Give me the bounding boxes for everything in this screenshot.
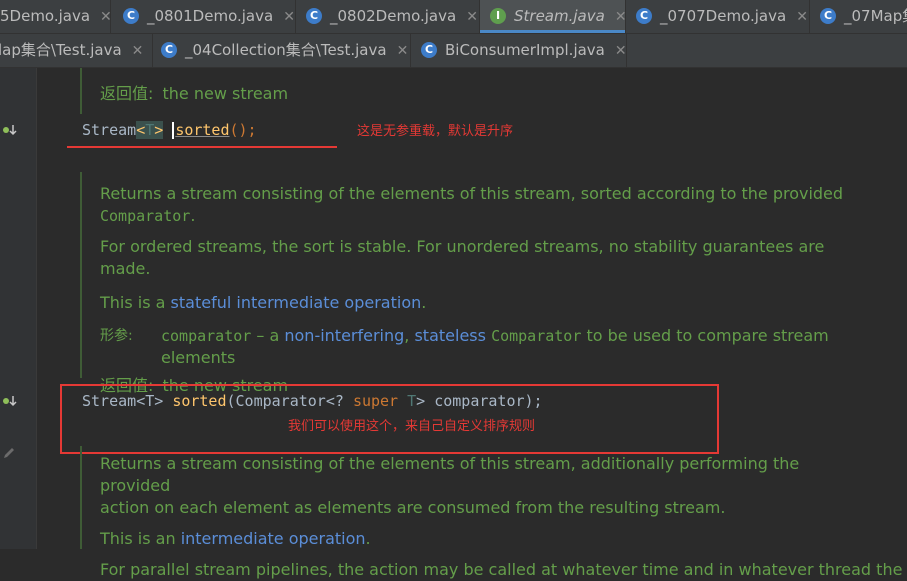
tab-label: Stream.java	[514, 7, 605, 25]
doc-link-stateful[interactable]: stateful intermediate operation	[171, 293, 422, 312]
class-icon: C	[421, 41, 437, 58]
class-icon: C	[306, 7, 322, 24]
tab-label: _07Map集	[844, 7, 907, 25]
doc-text: This is an	[100, 529, 181, 548]
generic-open: <	[136, 121, 146, 139]
method-params: ();	[229, 121, 257, 139]
close-icon[interactable]: ✕	[466, 1, 478, 33]
tab-label: lap集合\Test.java	[0, 41, 122, 59]
tab-07map[interactable]: C _07Map集	[810, 0, 907, 33]
class-icon: C	[161, 41, 177, 58]
tab-label: _0802Demo.java	[330, 7, 457, 25]
javadoc-block-1: 返回值: the new stream	[80, 68, 860, 114]
close-icon[interactable]: ✕	[397, 35, 409, 67]
class-icon: C	[820, 7, 836, 24]
doc-text: .	[365, 529, 371, 548]
implemented-arrow-icon[interactable]	[2, 123, 18, 137]
tab-label: 5Demo.java	[0, 7, 91, 25]
generic-type: T	[145, 121, 155, 139]
doc-link-non-interfering[interactable]: non-interfering	[284, 326, 404, 345]
tab-label: _0707Demo.java	[660, 7, 787, 25]
text-caret	[172, 122, 175, 139]
doc-text: For parallel stream pipelines, the actio…	[100, 560, 903, 579]
tab-5demo[interactable]: 5Demo.java ✕	[0, 0, 112, 33]
pencil-icon[interactable]	[2, 446, 16, 464]
doc-text: Returns a stream consisting of the eleme…	[100, 454, 800, 495]
implemented-arrow-icon[interactable]	[2, 394, 18, 408]
close-icon[interactable]: ✕	[615, 35, 627, 67]
doc-code-ref: Comparator	[491, 327, 582, 345]
close-icon[interactable]: ✕	[796, 1, 808, 33]
code-line-sorted-noarg[interactable]: Stream<T> sorted();	[82, 121, 257, 139]
interface-icon: I	[490, 7, 506, 24]
doc-code-ref: Comparator	[100, 207, 191, 225]
javadoc-block-3: Returns a stream consisting of the eleme…	[80, 446, 902, 579]
tab-04collection-test[interactable]: C _04Collection集合\Test.java ✕	[153, 34, 411, 67]
tab-map-test[interactable]: lap集合\Test.java ✕	[0, 34, 153, 67]
doc-text: This is a	[100, 293, 171, 312]
doc-text: .	[190, 206, 196, 225]
tab-label: _04Collection集合\Test.java	[185, 41, 387, 59]
annotation-underline	[67, 146, 337, 148]
doc-text: – a	[251, 326, 285, 345]
tab-label: _0801Demo.java	[147, 7, 274, 25]
doc-text: elements	[161, 348, 236, 367]
close-icon[interactable]: ✕	[283, 1, 295, 33]
tab-label: BiConsumerImpl.java	[445, 41, 605, 59]
param-label: 形参:	[100, 328, 133, 344]
doc-text: .	[421, 293, 427, 312]
class-icon: C	[636, 7, 652, 24]
close-icon[interactable]: ✕	[132, 35, 144, 67]
generic-close: >	[154, 121, 164, 139]
annotation-note-1: 这是无参重载，默认是升序	[357, 124, 514, 139]
method-name: sorted	[175, 121, 230, 139]
editor-tab-bar-row-1: 5Demo.java ✕ C _0801Demo.java ✕ C _0802Demo.…	[0, 0, 907, 34]
editor-tab-bar-row-2: lap集合\Test.java ✕ C _04Collection集合\Test.j…	[0, 34, 907, 68]
doc-link-stateless[interactable]: stateless	[414, 326, 486, 345]
param-name: comparator	[161, 327, 252, 345]
tab-0802demo[interactable]: C _0802Demo.java ✕	[296, 0, 480, 33]
tab-0801demo[interactable]: C _0801Demo.java ✕	[111, 0, 296, 33]
returns-text: the new stream	[162, 84, 289, 103]
returns-label: 返回值:	[100, 84, 154, 103]
doc-paragraph-stability: For ordered streams, the sort is stable.…	[100, 237, 825, 278]
tab-biconsumerimpl[interactable]: C BiConsumerImpl.java ✕	[411, 34, 627, 67]
doc-text: to be used to compare stream	[581, 326, 829, 345]
annotation-note-2: 我们可以使用这个，来自己自定义排序规则	[288, 419, 536, 434]
javadoc-block-2: Returns a stream consisting of the eleme…	[80, 172, 860, 395]
active-tab-indicator	[480, 30, 625, 33]
class-icon: C	[123, 7, 139, 24]
tab-0707demo[interactable]: C _0707Demo.java ✕	[626, 0, 810, 33]
doc-text: Returns a stream consisting of the eleme…	[100, 184, 844, 203]
tab-stream-java[interactable]: I Stream.java ✕	[480, 0, 627, 33]
doc-link-intermediate[interactable]: intermediate operation	[181, 529, 366, 548]
type-token: Stream	[82, 121, 137, 139]
doc-text: ,	[404, 326, 415, 345]
doc-text: action on each element as elements are c…	[100, 498, 726, 517]
editor-gutter	[0, 68, 37, 549]
